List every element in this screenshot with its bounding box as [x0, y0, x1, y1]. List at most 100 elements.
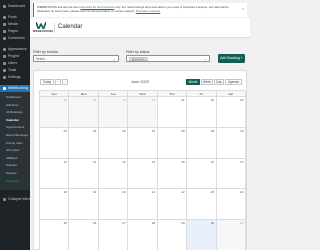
submenu-item-add-new[interactable]: Add New [6, 103, 18, 107]
submenu-item-all-bookings[interactable]: All Bookings [6, 110, 23, 114]
view-agenda-button[interactable]: Agenda [225, 79, 242, 85]
view-week-button[interactable]: Week [201, 79, 213, 85]
sidebar-item-settings[interactable]: Settings [0, 74, 30, 81]
day-cell[interactable]: 07 [128, 127, 158, 159]
day-number: 07 [151, 128, 156, 133]
collapse-menu-label: Collapse Menu [8, 197, 30, 201]
day-cell[interactable]: 28 [128, 220, 158, 250]
day-cell[interactable]: 29 [157, 220, 188, 250]
sidebar-item-label: Tools [8, 68, 17, 72]
day-cell[interactable]: 24 [216, 189, 246, 221]
notice-link-purchase[interactable]: Purchase a license [136, 9, 160, 13]
day-cell[interactable]: 16 [187, 158, 217, 190]
submenu-item-pricing-rules[interactable]: Pricing rules [6, 141, 23, 145]
page-title: Calendar [58, 24, 83, 30]
day-cell-today[interactable]: 30 [187, 220, 217, 250]
day-cell[interactable]: 18 [40, 189, 70, 221]
day-cell[interactable]: 02 [187, 97, 217, 128]
day-cell[interactable]: 17 [216, 158, 246, 190]
sidebar-item-dashboard[interactable]: Dashboard [0, 3, 30, 10]
submenu-item-export-bookings[interactable]: Export Bookings [6, 133, 28, 137]
day-cell[interactable]: 27 [98, 220, 129, 250]
day-cell[interactable]: 19 [69, 189, 99, 221]
submenu-item-appointments[interactable]: Appointments [6, 125, 24, 129]
day-cell[interactable]: 09 [187, 127, 217, 159]
sidebar-item-label: Dashboard [8, 4, 26, 8]
status-chip-approved[interactable]: Approved × [129, 57, 149, 62]
sidebar-item-pages[interactable]: Pages [0, 28, 30, 35]
day-number: 29 [181, 221, 185, 226]
sidebar-item-plugins[interactable]: Plugins [0, 53, 30, 60]
submenu-item-affiliates[interactable]: Affiliates [6, 156, 17, 160]
day-cell[interactable]: 04 [40, 127, 70, 159]
service-filter-select[interactable]: Select... ⌄ [33, 55, 119, 62]
sidebar-item-appearance[interactable]: Appearance [0, 46, 30, 53]
sidebar-item-tools[interactable]: Tools [0, 67, 30, 74]
add-booking-button[interactable]: Add Booking + [218, 54, 245, 63]
submenu-item-support[interactable]: Support [6, 171, 17, 175]
day-cell[interactable]: 11 [40, 158, 70, 190]
day-number: 31 [151, 98, 156, 102]
submenu-item-upgrade[interactable]: Upgrade → [6, 179, 22, 183]
sidebar-item-users[interactable]: Users [0, 60, 30, 67]
close-icon[interactable]: × [241, 7, 245, 11]
service-filter-value: Select... [36, 57, 48, 62]
media-icon [3, 23, 6, 26]
day-cell[interactable]: 08 [157, 127, 188, 159]
day-cell[interactable]: 01 [157, 97, 188, 128]
day-cell[interactable]: 05 [69, 127, 99, 159]
submenu-item-dashboard[interactable]: Dashboard [6, 95, 21, 99]
day-cell[interactable]: 25 [40, 220, 70, 250]
day-cell[interactable]: 20 [98, 189, 129, 221]
day-cell[interactable]: 06 [98, 127, 129, 159]
sidebar-item-label: WebBooking [8, 86, 28, 90]
day-number: 09 [210, 128, 215, 133]
collapse-menu-button[interactable]: Collapse Menu [0, 196, 30, 203]
view-day-button[interactable]: Day [214, 79, 224, 85]
day-cell[interactable]: 22 [157, 189, 188, 221]
day-number: 12 [93, 159, 97, 164]
view-month-button[interactable]: Month [186, 79, 200, 85]
booking-calendar: Today ‹ › June 2023 Month Week Day Agenda S… [33, 70, 247, 250]
submenu-item-calendar[interactable]: Calendar [6, 118, 19, 122]
chevron-down-icon: ⌄ [112, 56, 116, 61]
day-cell[interactable]: 23 [187, 189, 217, 221]
day-cell[interactable]: 10 [216, 127, 246, 159]
day-cell[interactable]: 15 [157, 158, 188, 190]
sidebar-item-media[interactable]: Media [0, 21, 30, 28]
day-number: 06 [122, 128, 126, 133]
page-header: WEBBOOKING Calendar [30, 18, 250, 38]
next-month-button[interactable]: › [62, 79, 68, 85]
sidebar-item-comments[interactable]: Comments [0, 35, 30, 42]
webbooking-icon [3, 87, 6, 90]
day-cell[interactable]: 01 [216, 220, 246, 250]
day-number: 15 [181, 159, 185, 164]
plugins-icon [3, 55, 6, 58]
pages-icon [3, 30, 6, 33]
dashboard-icon [3, 5, 6, 8]
day-cell[interactable]: 31 [128, 97, 158, 128]
day-cell[interactable]: 28 [40, 97, 70, 128]
comments-icon [3, 37, 6, 40]
day-cell[interactable]: 30 [98, 97, 129, 128]
submenu-item-gift-codes[interactable]: Gift codes [6, 148, 20, 152]
status-filter-select[interactable]: Approved × ⌄ [126, 55, 210, 62]
day-cell[interactable]: 29 [69, 97, 99, 128]
today-button[interactable]: Today [40, 79, 54, 85]
day-cell[interactable]: 13 [98, 158, 129, 190]
day-cell[interactable]: 14 [128, 158, 158, 190]
day-cell[interactable]: 21 [128, 189, 158, 221]
sidebar-item-posts[interactable]: Posts [0, 14, 30, 21]
day-cell[interactable]: 12 [69, 158, 99, 190]
day-cell[interactable]: 26 [69, 220, 99, 250]
prev-month-button[interactable]: ‹ [55, 79, 61, 85]
submenu-item-settings[interactable]: Settings [6, 163, 17, 167]
day-cell[interactable]: 03 [216, 97, 246, 128]
sidebar-item-label: Appearance [8, 47, 27, 51]
license-notice: WEBBOOKING license has been activated fo… [33, 3, 247, 17]
sidebar-item-webbooking[interactable]: WebBooking [0, 85, 30, 92]
sidebar-item-label: Comments [8, 36, 25, 40]
day-number: 08 [181, 128, 185, 133]
day-number: 22 [181, 190, 185, 195]
logo-text: WEBBOOKING [33, 30, 54, 33]
